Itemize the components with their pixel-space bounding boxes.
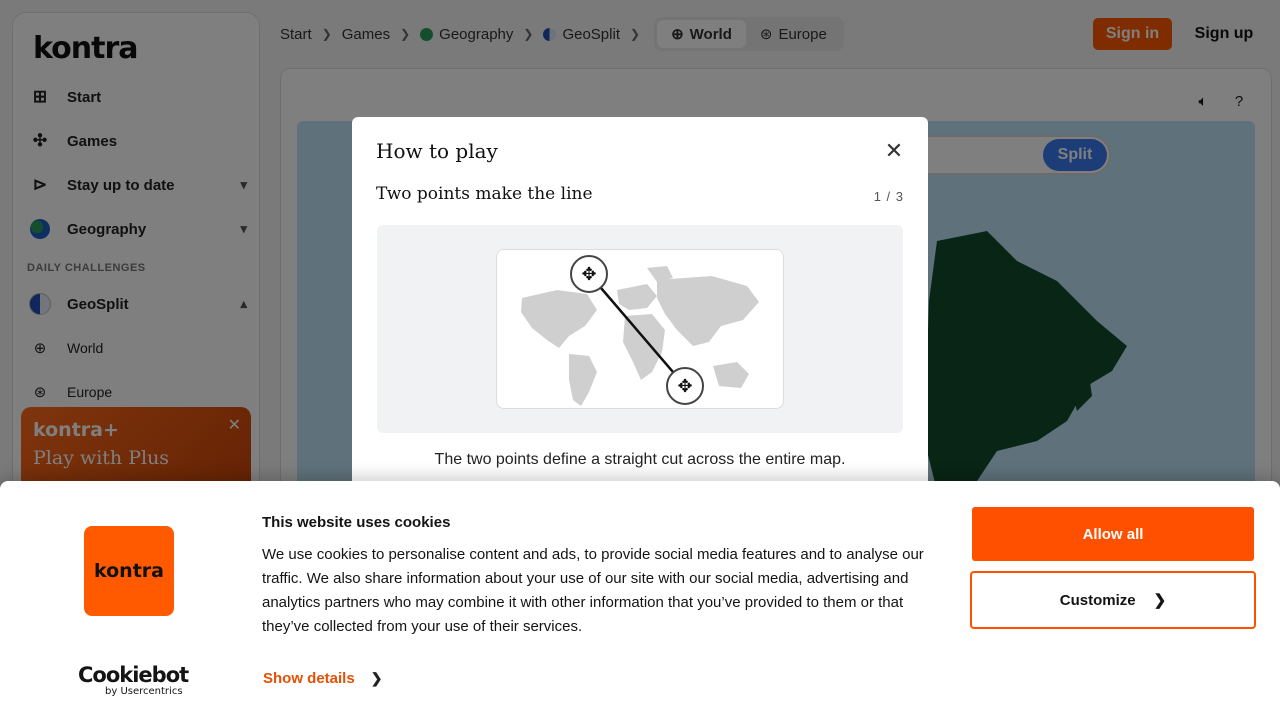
allow-all-button[interactable]: Allow all [972,507,1254,561]
kontra-logo: kontra [84,526,174,616]
cookiebot-subtitle: by Usercentrics [105,686,183,697]
how-to-play-dialog: How to play ✕ Two points make the line 1… [352,117,928,497]
cookiebot-logo: Cookiebot by Usercentrics [78,663,189,697]
show-details-link[interactable]: Show details ❯ [263,670,382,687]
step-description: The two points define a straight cut acr… [434,451,846,468]
cookie-text: We use cookies to personalise content an… [262,546,924,635]
chevron-right-icon: ❯ [1153,592,1167,609]
tutorial-illustration: ✥ ✥ [377,225,903,433]
step-title: Two points make the line [376,184,593,204]
cookiebot-name: Cookiebot [78,663,189,687]
cookie-banner: kontra Cookiebot by Usercentrics This we… [0,481,1280,720]
close-icon[interactable]: ✕ [882,138,906,163]
step-counter: 1 / 3 [873,189,904,204]
chevron-right-icon: ❯ [370,670,383,686]
customize-label: Customize [1059,591,1136,609]
world-map-graphic: ✥ ✥ [521,255,759,406]
svg-text:✥: ✥ [677,376,692,396]
show-details-label: Show details [263,670,355,687]
dialog-title: How to play [376,139,498,163]
cookie-title: This website uses cookies [262,514,451,531]
svg-text:✥: ✥ [581,264,596,284]
customize-button[interactable]: Customize ❯ [970,571,1256,629]
world-map-thumbnail: ✥ ✥ [496,249,784,409]
